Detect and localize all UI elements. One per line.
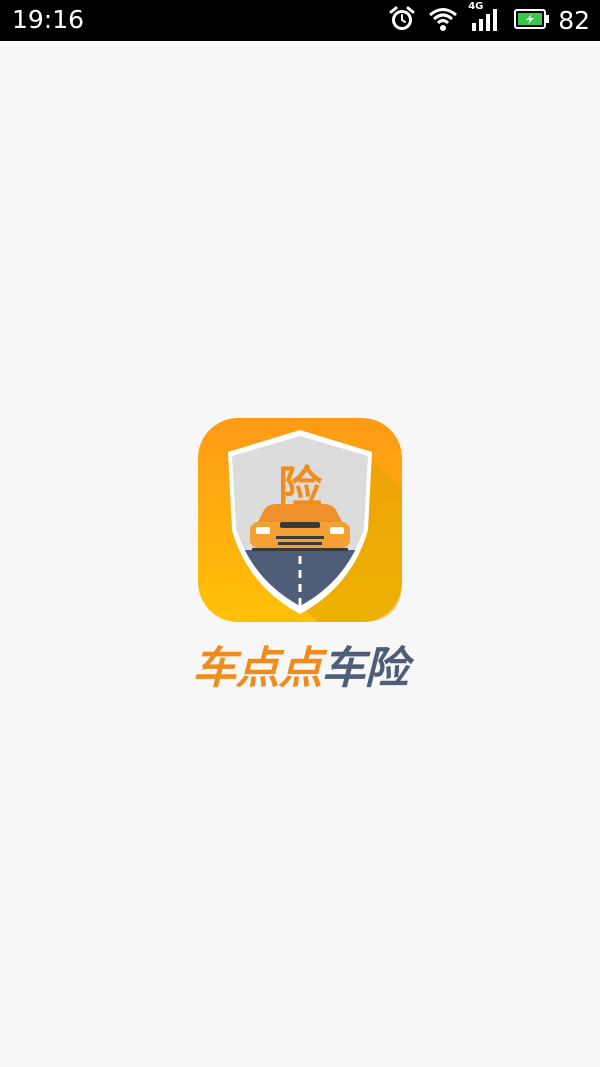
splash-screen: 险 车点点车险 [0, 41, 600, 1067]
wifi-icon [428, 6, 458, 36]
brand-name-part1: 车点点 [192, 643, 323, 694]
brand-name-part2: 车险 [321, 643, 409, 694]
status-icons: 4G 82 [376, 1, 590, 37]
status-bar: 19:16 4G 82 [0, 0, 600, 41]
app-logo: 险 [198, 418, 402, 622]
cellular-signal-icon: 4G [468, 1, 502, 37]
alarm-icon [388, 5, 416, 37]
brand-name: 车点点车险 [150, 639, 450, 699]
status-time: 19:16 [12, 5, 85, 34]
battery-level: 82 [558, 6, 590, 35]
battery-charging-icon [514, 8, 550, 34]
network-type-label: 4G [468, 1, 484, 12]
